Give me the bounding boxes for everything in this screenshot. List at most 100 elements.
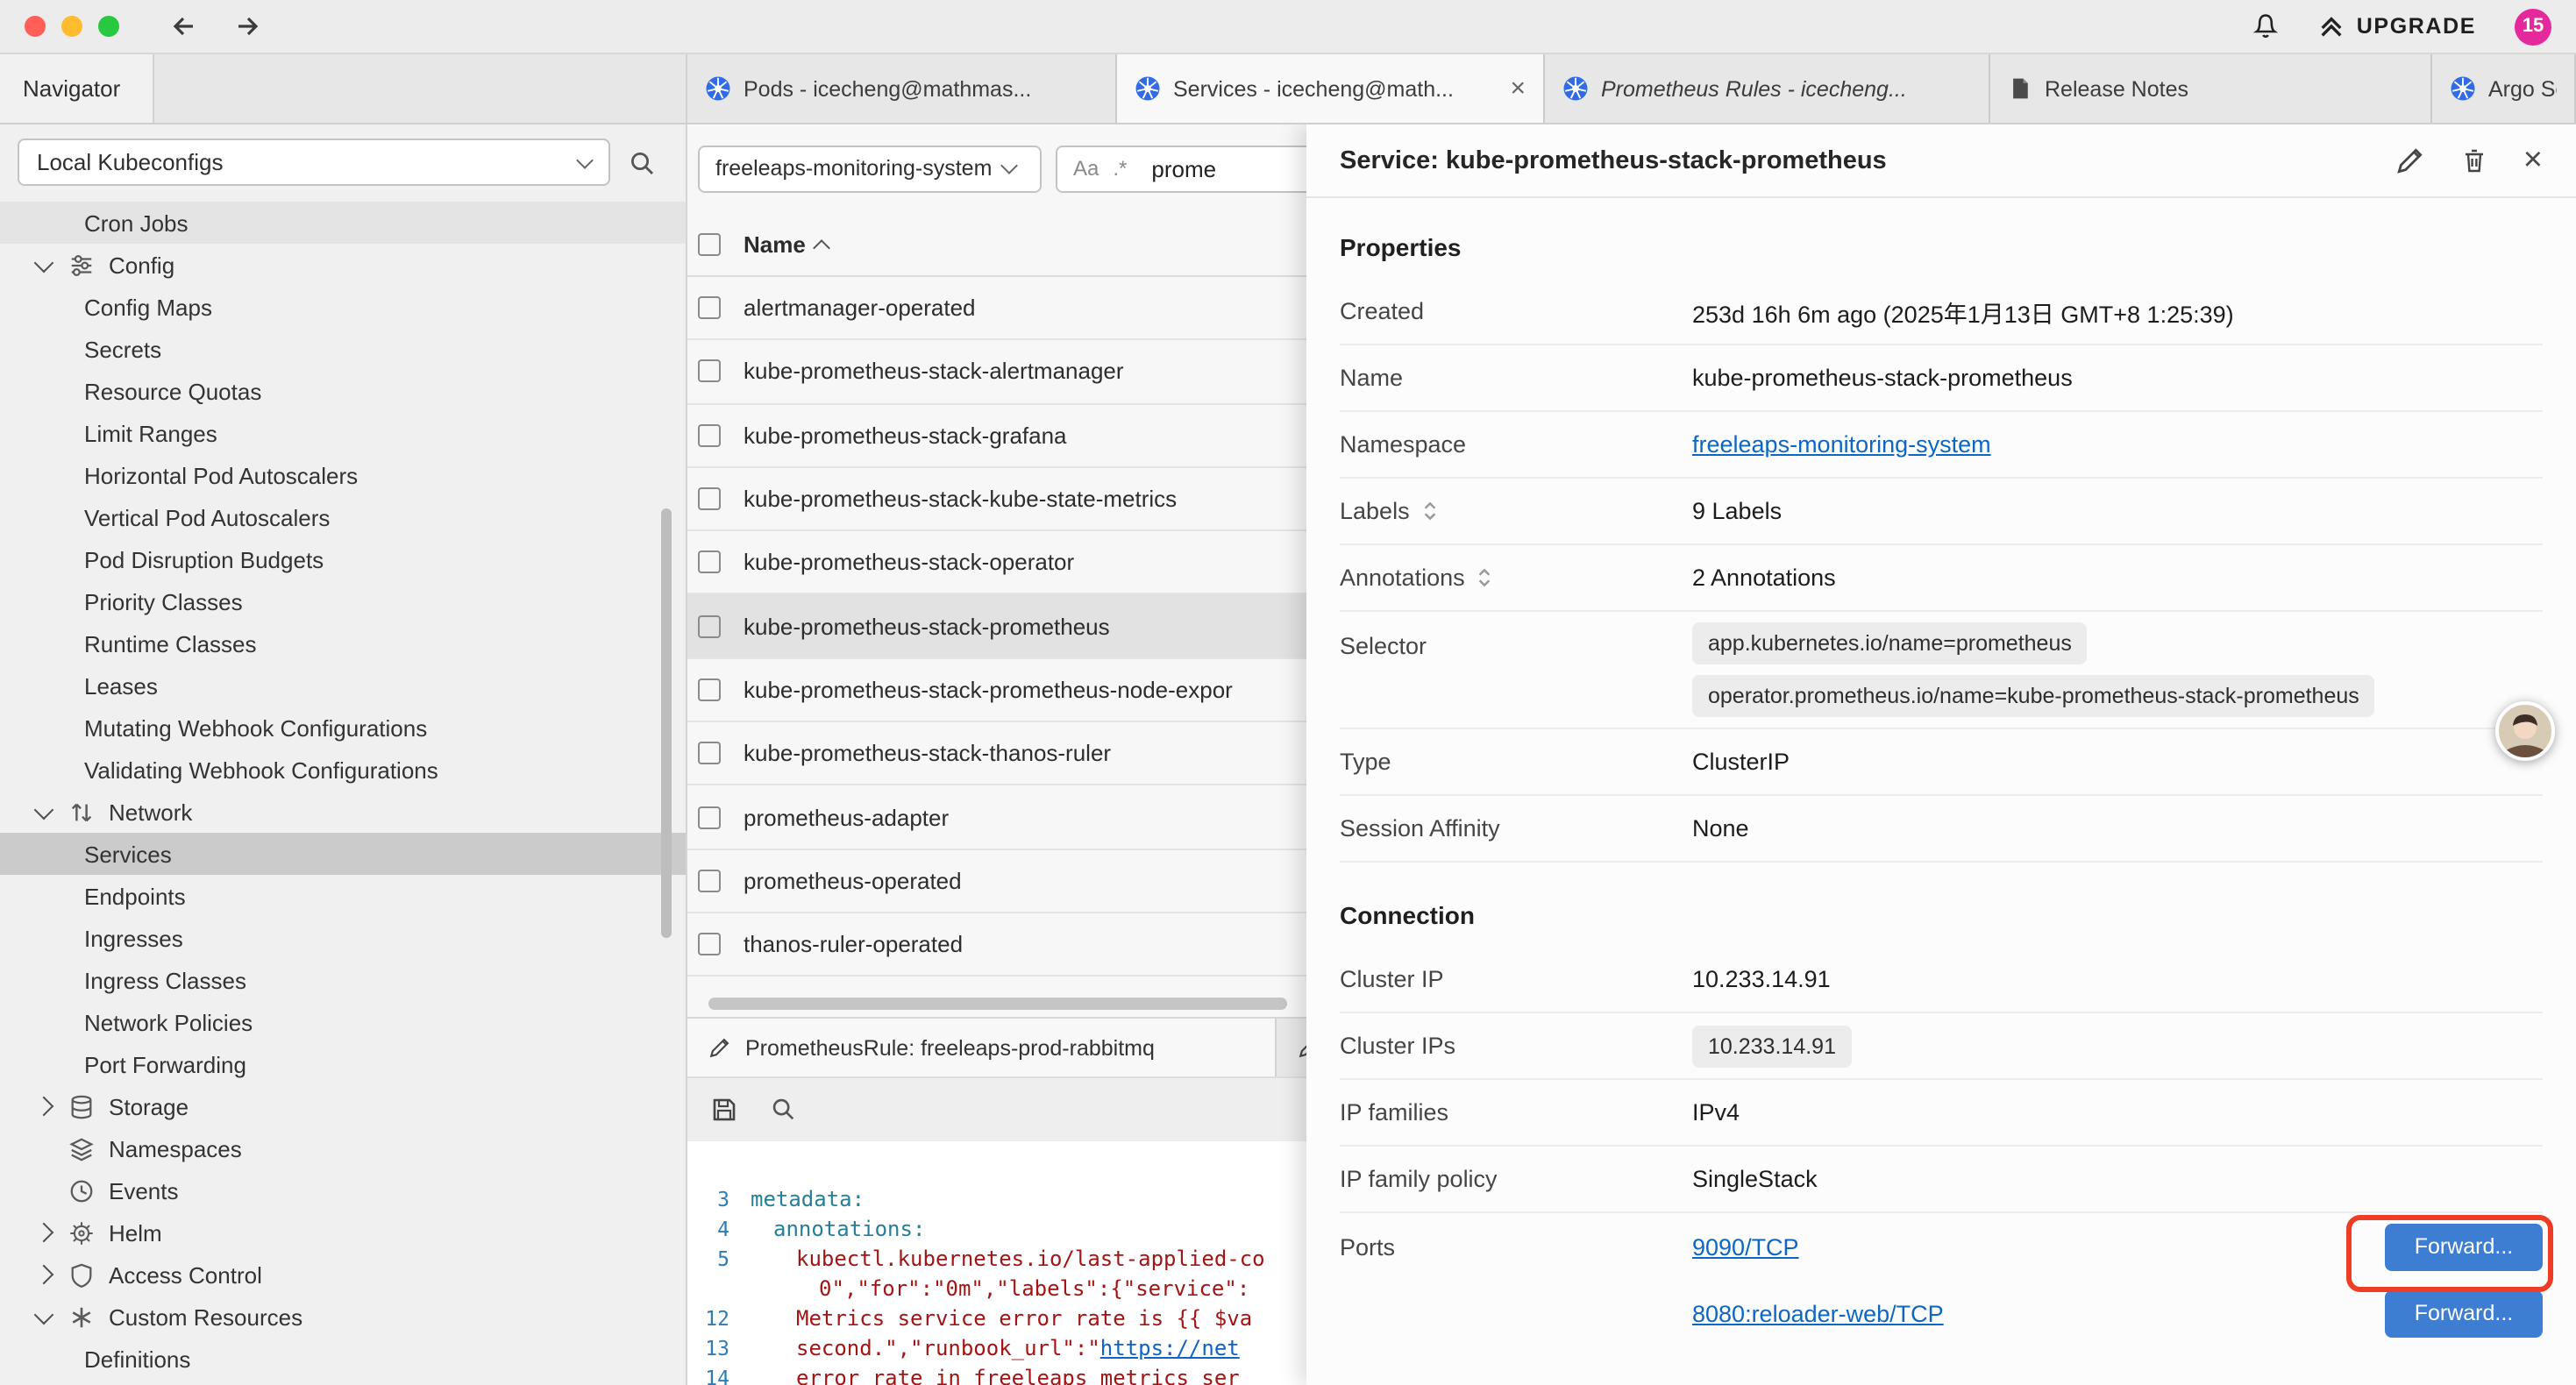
sidebar-item-pod-disruption-budgets[interactable]: Pod Disruption Budgets — [0, 538, 686, 580]
search-query-text: prome — [1151, 155, 1216, 181]
port-link-9090[interactable]: 9090/TCP — [1692, 1233, 1799, 1260]
row-checkbox[interactable] — [698, 360, 721, 383]
close-tab-icon[interactable]: × — [1499, 74, 1526, 103]
sidebar-item-network-policies[interactable]: Network Policies — [0, 1001, 686, 1043]
select-all-checkbox[interactable] — [698, 232, 721, 255]
navigator-panel-tab[interactable]: Navigator — [0, 54, 154, 123]
sidebar-group-network[interactable]: Network — [0, 791, 686, 833]
sidebar-item-resource-quotas[interactable]: Resource Quotas — [0, 370, 686, 412]
sidebar-item-ingresses[interactable]: Ingresses — [0, 917, 686, 959]
sidebar-item-namespaces[interactable]: Namespaces — [0, 1127, 686, 1169]
editor-search-icon[interactable] — [770, 1096, 796, 1122]
sidebar-item-ingress-classes[interactable]: Ingress Classes — [0, 959, 686, 1001]
service-name: prometheus-adapter — [744, 804, 949, 830]
row-checkbox[interactable] — [698, 423, 721, 446]
property-row-namespace: Namespace freeleaps-monitoring-system — [1340, 412, 2543, 479]
close-panel-icon[interactable]: × — [2523, 144, 2543, 177]
sidebar-item-definitions[interactable]: Definitions — [0, 1338, 686, 1380]
sidebar-search-icon[interactable] — [628, 148, 656, 176]
service-name: kube-prometheus-stack-thanos-ruler — [744, 740, 1111, 766]
tab-release-notes[interactable]: Release Notes — [1990, 54, 2432, 123]
regex-toggle[interactable]: .* — [1113, 156, 1127, 181]
tab-argo[interactable]: Argo Se — [2432, 54, 2576, 123]
chevron-down-icon — [34, 1304, 54, 1325]
sidebar-item-leases[interactable]: Leases — [0, 664, 686, 707]
row-checkbox[interactable] — [698, 551, 721, 574]
sidebar-item-validating-webhook-configurations[interactable]: Validating Webhook Configurations — [0, 749, 686, 791]
sidebar-scrollbar[interactable] — [661, 508, 672, 938]
sidebar-item-vertical-pod-autoscalers[interactable]: Vertical Pod Autoscalers — [0, 496, 686, 538]
sidebar-group-storage[interactable]: Storage — [0, 1085, 686, 1127]
tab-pods[interactable]: Pods - icecheng@mathmas... — [687, 54, 1117, 123]
sidebar-item-cron-jobs[interactable]: Cron Jobs — [0, 202, 686, 244]
sidebar-item-runtime-classes[interactable]: Runtime Classes — [0, 622, 686, 664]
name-column-header[interactable]: Name — [744, 231, 806, 257]
upgrade-button[interactable]: UPGRADE — [2318, 13, 2476, 39]
sidebar-item-port-forwarding[interactable]: Port Forwarding — [0, 1043, 686, 1085]
chevron-down-icon — [576, 151, 594, 168]
chevron-right-icon — [34, 1223, 54, 1243]
notification-count-badge[interactable]: 15 — [2515, 8, 2551, 45]
sort-ascending-icon[interactable] — [814, 238, 831, 256]
back-button[interactable] — [170, 12, 198, 40]
service-name: kube-prometheus-stack-prometheus — [744, 613, 1110, 639]
window-titlebar: UPGRADE 15 — [0, 0, 2576, 54]
edit-pencil-icon[interactable] — [2395, 146, 2425, 175]
row-checkbox[interactable] — [698, 806, 721, 828]
forward-port-button[interactable]: Forward... — [2385, 1223, 2543, 1270]
sidebar-group-helm[interactable]: Helm — [0, 1211, 686, 1254]
service-name: prometheus-operated — [744, 868, 962, 894]
sidebar-item-services[interactable]: Services — [0, 833, 686, 875]
labels-count[interactable]: 9 Labels — [1692, 498, 1782, 524]
minimize-window-button[interactable] — [61, 16, 82, 37]
namespace-filter-select[interactable]: freeleaps-monitoring-system — [698, 145, 1042, 192]
row-checkbox[interactable] — [698, 742, 721, 764]
sidebar-item-secrets[interactable]: Secrets — [0, 328, 686, 370]
expand-collapse-icon[interactable] — [1477, 566, 1493, 589]
sidebar-item-limit-ranges[interactable]: Limit Ranges — [0, 412, 686, 454]
code-url-link[interactable]: https://net — [1100, 1335, 1240, 1360]
storage-icon — [68, 1093, 95, 1119]
sidebar-group-access-control[interactable]: Access Control — [0, 1254, 686, 1296]
port-item: 9090/TCP Forward... — [1692, 1213, 2543, 1280]
sidebar-item-endpoints[interactable]: Endpoints — [0, 875, 686, 917]
sidebar-item-horizontal-pod-autoscalers[interactable]: Horizontal Pod Autoscalers — [0, 454, 686, 496]
upgrade-label: UPGRADE — [2357, 14, 2476, 39]
sidebar-item-mutating-webhook-configurations[interactable]: Mutating Webhook Configurations — [0, 707, 686, 749]
sidebar-group-custom-resources[interactable]: Custom Resources — [0, 1296, 686, 1338]
delete-trash-icon[interactable] — [2460, 146, 2488, 175]
forward-button[interactable] — [233, 12, 261, 40]
save-icon[interactable] — [710, 1095, 738, 1123]
sidebar-item-events[interactable]: Events — [0, 1169, 686, 1211]
forward-port-button[interactable]: Forward... — [2385, 1289, 2543, 1337]
port-list: 9090/TCP Forward... 8080:reloader-web/TC… — [1692, 1213, 2543, 1346]
close-window-button[interactable] — [25, 16, 46, 37]
kubeconfig-selector[interactable]: Local Kubeconfigs — [18, 138, 610, 186]
expand-collapse-icon[interactable] — [1422, 500, 1438, 522]
ip-families-value: IPv4 — [1692, 1099, 1740, 1126]
row-checkbox[interactable] — [698, 614, 721, 637]
chevron-right-icon — [34, 1265, 54, 1285]
zoom-window-button[interactable] — [98, 16, 119, 37]
panel-body: Properties Created 253d 16h 6m ago (2025… — [1306, 198, 2576, 1385]
events-clock-icon — [68, 1177, 95, 1204]
kubernetes-icon — [705, 75, 731, 102]
row-checkbox[interactable] — [698, 678, 721, 701]
row-checkbox[interactable] — [698, 870, 721, 892]
port-link-8080-reloader-web[interactable]: 8080:reloader-web/TCP — [1692, 1300, 1944, 1326]
namespace-link[interactable]: freeleaps-monitoring-system — [1692, 431, 1991, 458]
row-checkbox[interactable] — [698, 933, 721, 955]
annotations-count[interactable]: 2 Annotations — [1692, 565, 1836, 591]
sidebar-item-priority-classes[interactable]: Priority Classes — [0, 580, 686, 622]
match-case-toggle[interactable]: Aa — [1073, 156, 1099, 181]
user-avatar[interactable] — [2495, 701, 2555, 761]
tab-services[interactable]: Services - icecheng@math... × — [1117, 54, 1545, 123]
tab-prometheus-rules[interactable]: Prometheus Rules - icecheng... — [1545, 54, 1990, 123]
row-checkbox[interactable] — [698, 296, 721, 319]
dock-tab-prometheusrule[interactable]: PrometheusRule: freeleaps-prod-rabbitmq — [687, 1019, 1277, 1076]
sidebar-group-config[interactable]: Config — [0, 244, 686, 286]
row-checkbox[interactable] — [698, 487, 721, 510]
sidebar-item-config-maps[interactable]: Config Maps — [0, 286, 686, 328]
horizontal-scrollbar[interactable] — [708, 998, 1287, 1010]
notifications-bell-icon[interactable] — [2252, 12, 2280, 40]
